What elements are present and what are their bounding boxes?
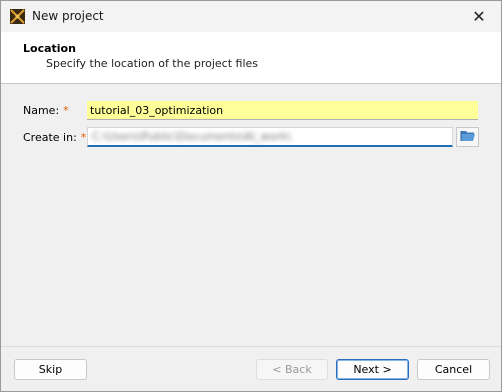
cancel-button[interactable]: Cancel (417, 359, 490, 380)
footer-divider (1, 346, 501, 347)
name-input[interactable] (87, 101, 478, 120)
back-button[interactable]: < Back (256, 359, 328, 380)
browse-button[interactable] (456, 127, 479, 147)
location-input[interactable]: C:\Users\Public\Documents\AI_work\ (87, 127, 453, 147)
required-marker: * (80, 131, 87, 144)
close-icon[interactable]: ✕ (457, 1, 501, 32)
wizard-header: Location Specify the location of the pro… (1, 32, 501, 84)
app-logo-icon (10, 9, 25, 24)
name-label: Name: * (23, 104, 69, 117)
page-title: Location (23, 42, 76, 55)
location-label-text: Create in: (23, 131, 77, 144)
new-project-dialog: New project ✕ Location Specify the locat… (0, 0, 502, 392)
next-button[interactable]: Next > (336, 359, 409, 380)
title-bar: New project ✕ (1, 1, 501, 32)
folder-open-icon (460, 129, 476, 145)
window-title: New project (32, 9, 104, 23)
location-value: C:\Users\Public\Documents\AI_work\ (92, 130, 291, 143)
page-subtitle: Specify the location of the project file… (46, 57, 259, 70)
skip-button[interactable]: Skip (14, 359, 87, 380)
location-label: Create in: * (23, 131, 86, 144)
name-label-text: Name: (23, 104, 60, 117)
required-marker: * (63, 104, 69, 117)
